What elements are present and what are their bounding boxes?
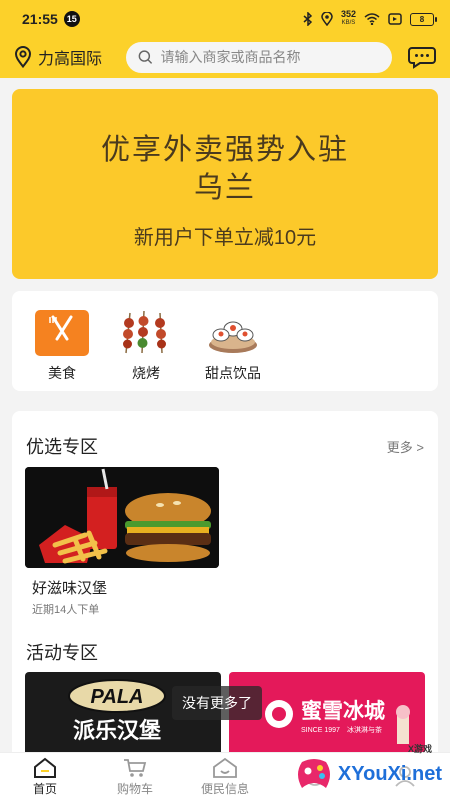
product-card[interactable]: 好滋味汉堡 近期14人下单 bbox=[25, 467, 219, 617]
category-food[interactable]: 美食 bbox=[30, 309, 94, 391]
category-label: 烧烤 bbox=[132, 365, 160, 381]
search-box[interactable] bbox=[126, 41, 392, 73]
product-image bbox=[25, 467, 219, 568]
status-bar: 21:55 15 352 KB/S 8 bbox=[0, 0, 450, 38]
activity-section-header: 活动专区 bbox=[12, 639, 438, 665]
location-label: 力高国际 bbox=[38, 51, 103, 68]
dessert-icon bbox=[205, 309, 261, 357]
app-header: 力高国际 bbox=[0, 40, 450, 74]
search-input[interactable] bbox=[160, 49, 380, 65]
product-order-count: 近期14人下单 bbox=[32, 604, 100, 616]
svg-text:PALA: PALA bbox=[91, 686, 144, 708]
food-icon bbox=[34, 309, 90, 357]
gamepad-logo-icon bbox=[297, 759, 330, 788]
more-link[interactable]: 更多 > bbox=[387, 437, 424, 456]
chat-bubble-icon bbox=[408, 47, 436, 69]
tab-cart[interactable]: 购物车 bbox=[90, 753, 180, 800]
info-icon bbox=[213, 757, 237, 778]
location-pin-icon bbox=[14, 46, 32, 68]
no-more-toast: 没有更多了 bbox=[172, 686, 262, 720]
product-name: 好滋味汉堡 bbox=[32, 580, 108, 597]
category-grid: 美食 烧烤 甜点饮品 bbox=[12, 291, 438, 391]
activity-section-title: 活动专区 bbox=[26, 643, 98, 663]
featured-section-header: 优选专区 更多 > bbox=[12, 433, 438, 459]
promo-banner[interactable]: 优享外卖强势入驻 乌兰 新用户下单立减10元 bbox=[12, 89, 438, 279]
svg-text:蜜雪冰城: 蜜雪冰城 bbox=[301, 699, 385, 723]
watermark: X游戏 XYouXi.net bbox=[294, 744, 442, 792]
bluetooth-icon bbox=[303, 12, 313, 26]
screen-record-icon bbox=[388, 13, 402, 25]
location-selector[interactable]: 力高国际 bbox=[14, 45, 126, 69]
category-label: 美食 bbox=[48, 365, 76, 381]
location-status-icon bbox=[321, 12, 333, 26]
message-button[interactable] bbox=[408, 43, 436, 71]
featured-section-title: 优选专区 bbox=[26, 437, 98, 457]
battery-indicator: 8 bbox=[410, 12, 437, 26]
search-icon bbox=[138, 50, 153, 64]
banner-subtitle: 新用户下单立减10元 bbox=[133, 227, 317, 249]
category-label: 甜点饮品 bbox=[205, 365, 261, 381]
net-speed: 352 KB/S bbox=[340, 9, 356, 27]
status-time: 21:55 bbox=[22, 11, 58, 27]
category-dessert[interactable]: 甜点饮品 bbox=[198, 309, 268, 391]
svg-text:SINCE 1997: SINCE 1997 bbox=[301, 727, 340, 734]
category-bbq[interactable]: 烧烤 bbox=[114, 309, 178, 391]
bbq-icon bbox=[118, 309, 174, 357]
tab-info[interactable]: 便民信息 bbox=[180, 753, 270, 800]
tab-home[interactable]: 首页 bbox=[0, 753, 90, 800]
banner-title: 优享外卖强势入驻 乌兰 bbox=[100, 134, 349, 204]
svg-text:派乐汉堡: 派乐汉堡 bbox=[73, 718, 161, 743]
cart-icon bbox=[124, 758, 147, 777]
home-icon bbox=[34, 757, 56, 778]
notification-badge: 15 bbox=[63, 11, 80, 27]
svg-text:冰淇淋与茶: 冰淇淋与茶 bbox=[347, 725, 382, 734]
wifi-icon bbox=[364, 13, 380, 25]
